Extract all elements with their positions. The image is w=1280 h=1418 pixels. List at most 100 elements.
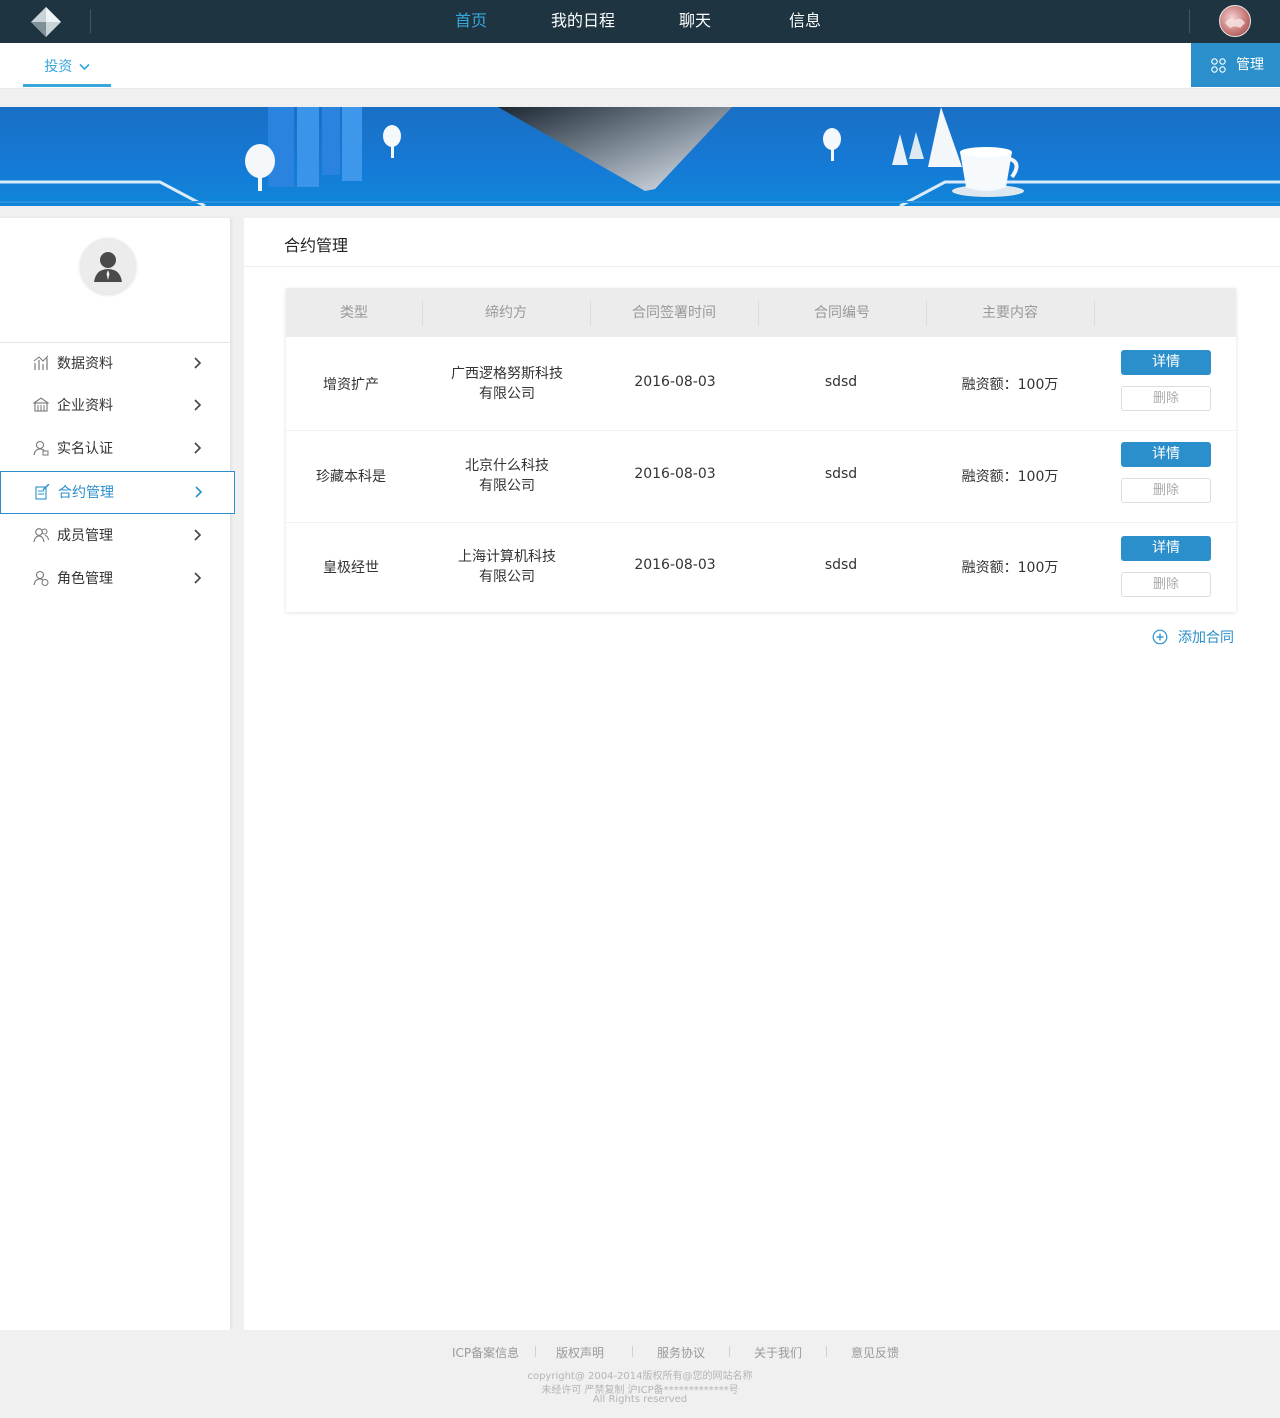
- chevron-right-icon: [195, 486, 203, 498]
- table-row: 皇极经世 上海计算机科技 有限公司 2016-08-03 sdsd 融资额：10…: [286, 521, 1236, 613]
- cell-party: 广西逻格努斯科技 有限公司: [422, 364, 592, 404]
- sidebar-item-label: 实名认证: [57, 441, 113, 457]
- sidebar-item-company[interactable]: 企业资料: [0, 385, 230, 425]
- add-contract-label: 添加合同: [1178, 630, 1234, 646]
- delete-button[interactable]: 删除: [1121, 572, 1211, 597]
- logo-icon[interactable]: [29, 5, 63, 39]
- main-content: 合约管理 类型 缔约方 合同签署时间 合同编号 主要内容 增资扩产 广西逻格努斯…: [244, 218, 1280, 1330]
- top-navbar: 首页 我的日程 聊天 信息: [0, 0, 1280, 43]
- delete-button[interactable]: 删除: [1121, 478, 1211, 503]
- nav-messages[interactable]: 信息: [789, 0, 821, 43]
- sidebar-item-label: 合约管理: [58, 485, 114, 501]
- cell-date: 2016-08-03: [634, 374, 716, 390]
- manage-label: 管理: [1236, 57, 1264, 73]
- footer-link-copyright[interactable]: 版权声明: [556, 1344, 604, 1361]
- invest-label: 投资: [44, 59, 73, 75]
- logo-divider: [90, 9, 91, 33]
- footer-link-terms[interactable]: 服务协议: [657, 1344, 705, 1361]
- banner-image: [0, 107, 1280, 206]
- chevron-right-icon: [194, 399, 202, 411]
- building-icon: [33, 397, 49, 412]
- cell-type: 珍藏本科是: [316, 469, 386, 485]
- cell-type: 增资扩产: [323, 377, 379, 393]
- chevron-right-icon: [194, 529, 202, 541]
- invest-dropdown[interactable]: 投资: [23, 43, 111, 87]
- sidebar: 数据资料 企业资料 实名认证 合约管理 成员管理 角色管理: [0, 218, 235, 1330]
- party-line: 北京什么科技: [465, 458, 549, 474]
- sidebar-item-data[interactable]: 数据资料: [0, 343, 230, 383]
- cell-date: 2016-08-03: [634, 557, 716, 573]
- manage-button[interactable]: 管理: [1191, 43, 1280, 87]
- party-line: 广西逻格努斯科技: [451, 366, 563, 382]
- chevron-right-icon: [194, 572, 202, 584]
- plus-circle-icon: [1152, 629, 1168, 645]
- role-icon: [33, 570, 49, 586]
- table-header: 类型 缔约方 合同签署时间 合同编号 主要内容: [286, 288, 1236, 337]
- footer-separator: [632, 1346, 633, 1357]
- user-avatar-top[interactable]: [1219, 5, 1251, 37]
- footer-separator: [535, 1346, 536, 1357]
- table-row: 增资扩产 广西逻格努斯科技 有限公司 2016-08-03 sdsd 融资额：1…: [286, 338, 1236, 431]
- header-date: 合同签署时间: [632, 305, 716, 321]
- footer-link-icp[interactable]: ICP备案信息: [452, 1344, 519, 1361]
- cell-date: 2016-08-03: [634, 466, 716, 482]
- handshake-icon: [1225, 18, 1245, 28]
- table-row: 珍藏本科是 北京什么科技 有限公司 2016-08-03 sdsd 融资额：10…: [286, 430, 1236, 523]
- footer: ICP备案信息 版权声明 服务协议 关于我们 意见反馈 copyright@ 2…: [0, 1330, 1280, 1418]
- cell-party: 北京什么科技 有限公司: [422, 456, 592, 496]
- contracts-table: 类型 缔约方 合同签署时间 合同编号 主要内容 增资扩产 广西逻格努斯科技 有限…: [286, 288, 1236, 612]
- title-divider: [244, 266, 1280, 267]
- profile-avatar[interactable]: [80, 238, 136, 294]
- page-title: 合约管理: [284, 236, 349, 255]
- cell-content: 融资额：100万: [961, 377, 1059, 393]
- cell-content: 融资额：100万: [961, 469, 1059, 485]
- detail-button[interactable]: 详情: [1121, 350, 1211, 375]
- footer-separator: [826, 1346, 827, 1357]
- party-line: 有限公司: [479, 569, 535, 585]
- detail-button[interactable]: 详情: [1121, 536, 1211, 561]
- sidebar-item-label: 企业资料: [57, 398, 113, 414]
- grid-icon: [1211, 58, 1226, 73]
- user-silhouette-icon: [94, 252, 122, 282]
- nav-chat[interactable]: 聊天: [679, 0, 711, 43]
- sidebar-item-members[interactable]: 成员管理: [0, 515, 230, 555]
- cell-number: sdsd: [824, 557, 858, 573]
- cell-number: sdsd: [824, 466, 858, 482]
- delete-button[interactable]: 删除: [1121, 386, 1211, 411]
- chevron-right-icon: [194, 357, 202, 369]
- footer-separator: [729, 1346, 730, 1357]
- party-line: 有限公司: [479, 386, 535, 402]
- chevron-right-icon: [194, 442, 202, 454]
- contract-icon: [35, 484, 50, 500]
- header-content: 主要内容: [982, 305, 1038, 321]
- banner-illustration: [0, 107, 1280, 206]
- cell-number: sdsd: [824, 374, 858, 390]
- sidebar-item-label: 角色管理: [57, 571, 113, 587]
- chevron-down-icon: [79, 63, 90, 71]
- footer-link-feedback[interactable]: 意见反馈: [851, 1344, 899, 1361]
- nav-schedule[interactable]: 我的日程: [551, 0, 615, 43]
- detail-button[interactable]: 详情: [1121, 442, 1211, 467]
- chart-icon: [33, 355, 49, 370]
- members-icon: [33, 528, 49, 543]
- footer-rights: All Rights reserved: [592, 1394, 688, 1405]
- footer-link-about[interactable]: 关于我们: [754, 1344, 802, 1361]
- header-number: 合同编号: [814, 305, 870, 321]
- header-type: 类型: [340, 305, 368, 321]
- footer-copyright: copyright@ 2004-2014版权所有@您的网站名称: [527, 1371, 753, 1382]
- cell-content: 融资额：100万: [961, 560, 1059, 576]
- header-party: 缔约方: [485, 305, 527, 321]
- sub-navbar: 投资 管理: [0, 43, 1280, 89]
- sidebar-item-roles[interactable]: 角色管理: [0, 558, 230, 598]
- party-line: 有限公司: [479, 478, 535, 494]
- cell-type: 皇极经世: [323, 560, 379, 576]
- user-verify-icon: [33, 440, 49, 456]
- header-separator: [1094, 300, 1095, 326]
- sidebar-item-verify[interactable]: 实名认证: [0, 428, 230, 468]
- nav-home[interactable]: 首页: [455, 0, 487, 43]
- sidebar-item-label: 成员管理: [57, 528, 113, 544]
- cell-party: 上海计算机科技 有限公司: [422, 547, 592, 587]
- sidebar-item-contracts[interactable]: 合约管理: [0, 471, 235, 514]
- party-line: 上海计算机科技: [458, 549, 556, 565]
- avatar-divider: [1189, 9, 1190, 33]
